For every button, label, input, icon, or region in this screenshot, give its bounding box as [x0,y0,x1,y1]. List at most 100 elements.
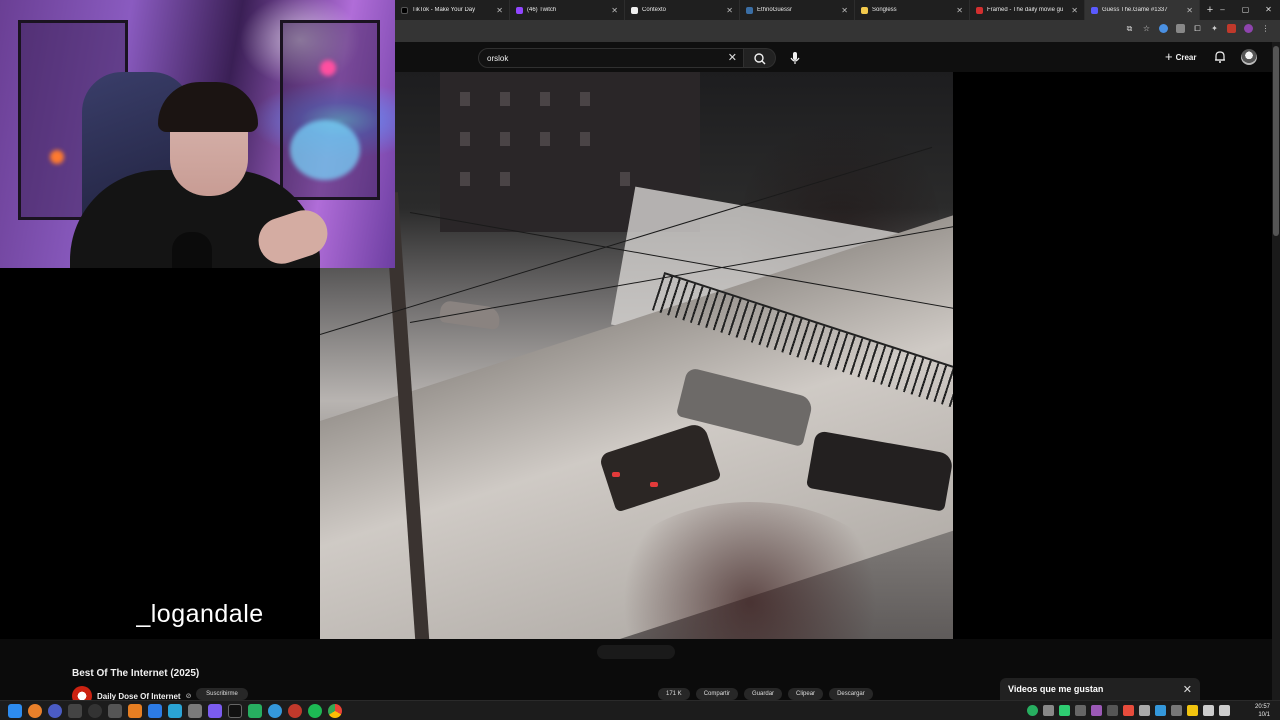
app-icon[interactable] [148,704,162,718]
tab-songless[interactable]: Songless ✕ [855,0,970,20]
tray-icon[interactable] [1091,705,1102,716]
tab-framed[interactable]: Framed - The daily movie gu ✕ [970,0,1085,20]
bookmarks-icon[interactable]: ✦ [1210,24,1219,33]
close-tab-icon[interactable]: ✕ [1071,6,1078,15]
taskbar-clock[interactable]: 20:57 10/1 [1255,703,1270,719]
clear-search-icon[interactable]: ✕ [728,52,737,64]
liked-videos-panel[interactable]: Videos que me gustan ✕ [1000,678,1200,700]
tiktok-icon[interactable] [228,704,242,718]
app-icon[interactable] [268,704,282,718]
streamer-webcam [0,0,395,268]
minimize-button[interactable]: – [1211,0,1234,20]
video-actions: 171 K Compartir Guardar Clipear Descarga… [658,688,873,700]
clip-button[interactable]: Clipear [788,688,824,700]
video-progress-hint[interactable] [597,645,675,659]
create-button[interactable]: + Crear [1165,49,1197,65]
search-icon[interactable] [28,704,42,718]
tab-title: Songless [872,7,897,13]
liked-videos-label: Videos que me gustan [1008,684,1104,694]
video-taillight [650,482,658,487]
tray-icon[interactable] [1043,705,1054,716]
app-icon[interactable] [288,704,302,718]
download-button[interactable]: Descargar [829,688,873,700]
close-tab-icon[interactable]: ✕ [956,6,963,15]
like-button[interactable]: 171 K [658,688,690,700]
app-icon[interactable] [168,704,182,718]
tab-twitch[interactable]: (46) Twitch ✕ [510,0,625,20]
voice-search-button[interactable] [785,48,805,68]
extension-gray-icon[interactable] [1176,24,1185,33]
app-icon[interactable] [208,704,222,718]
search-input[interactable]: orslok ✕ [478,48,744,68]
app-icon[interactable] [48,704,62,718]
tray-icon[interactable] [1187,705,1198,716]
app-icon[interactable] [248,704,262,718]
tray-icon[interactable] [1107,705,1118,716]
tab-contexto[interactable]: Contexto ✕ [625,0,740,20]
tray-icon[interactable] [1027,705,1038,716]
tray-icon[interactable] [1139,705,1150,716]
account-avatar[interactable] [1241,49,1257,65]
app-icon[interactable] [68,704,82,718]
close-tab-icon[interactable]: ✕ [611,6,618,15]
app-icon[interactable] [188,704,202,718]
share-button[interactable]: Compartir [695,688,739,700]
wifi-icon[interactable] [1203,705,1214,716]
volume-icon[interactable] [1219,705,1230,716]
extension-blue-icon[interactable] [1159,24,1168,33]
guessthegame-icon [1091,6,1098,14]
tray-icon[interactable] [1059,705,1070,716]
extension-red-icon[interactable] [1227,24,1236,33]
app-icon[interactable] [128,704,142,718]
tray-icon[interactable] [1155,705,1166,716]
app-icon[interactable] [108,704,122,718]
plus-icon: + [1165,49,1173,64]
scrollbar-thumb[interactable] [1273,46,1279,236]
window-controls: – ▢ ✕ [1211,0,1280,20]
save-button[interactable]: Guardar [744,688,783,700]
puzzle-icon[interactable]: ⧠ [1193,24,1202,33]
video-player[interactable] [320,72,953,639]
search-button[interactable] [744,48,776,68]
tab-title: (46) Twitch [527,7,557,13]
system-tray [1027,705,1230,716]
subscribe-button[interactable]: Suscribirme [196,688,248,700]
tray-icon[interactable] [1075,705,1086,716]
close-window-button[interactable]: ✕ [1257,0,1280,20]
video-taillight [612,472,620,477]
browser-tab-strip: TikTok - Make Your Day ✕ (46) Twitch ✕ C… [395,0,1280,20]
install-icon[interactable]: ⧉ [1125,24,1134,33]
toolbar-icons: ⧉ ☆ ⧠ ✦ ⋮ [1125,24,1270,33]
tray-icon[interactable] [1171,705,1182,716]
tab-title: EthnoGuessr [757,7,793,13]
video-title: Best Of The Internet (2025) [72,668,200,679]
tab-tiktok[interactable]: TikTok - Make Your Day ✕ [395,0,510,20]
search-icon [754,53,766,65]
tab-ethnoguessr[interactable]: EthnoGuessr ✕ [740,0,855,20]
streamer-username: _logandale [136,600,264,628]
contexto-icon [631,6,638,14]
close-tab-icon[interactable]: ✕ [726,6,733,15]
streamer-microphone [172,232,212,268]
star-icon[interactable]: ☆ [1142,24,1151,33]
close-icon[interactable]: ✕ [1183,683,1192,696]
maximize-button[interactable]: ▢ [1234,0,1257,20]
notifications-bell-icon[interactable] [1213,50,1227,64]
chrome-icon[interactable] [328,704,342,718]
webcam-light [50,150,64,164]
close-tab-icon[interactable]: ✕ [841,6,848,15]
tab-title: Framed - The daily movie gu [987,7,1064,13]
spotify-icon[interactable] [308,704,322,718]
tray-icon[interactable] [1123,705,1134,716]
app-icon[interactable] [88,704,102,718]
twitch-icon [516,6,523,14]
profile-icon[interactable] [1244,24,1253,33]
windows-start-icon[interactable] [8,704,22,718]
tiktok-icon [401,6,408,14]
close-tab-icon[interactable]: ✕ [496,6,503,15]
tab-guessthegame[interactable]: Guess The.Game #1337 ✕ [1085,0,1200,20]
close-tab-icon[interactable]: ✕ [1186,6,1193,15]
webcam-light [290,120,360,180]
songless-icon [861,6,868,14]
menu-icon[interactable]: ⋮ [1261,24,1270,33]
